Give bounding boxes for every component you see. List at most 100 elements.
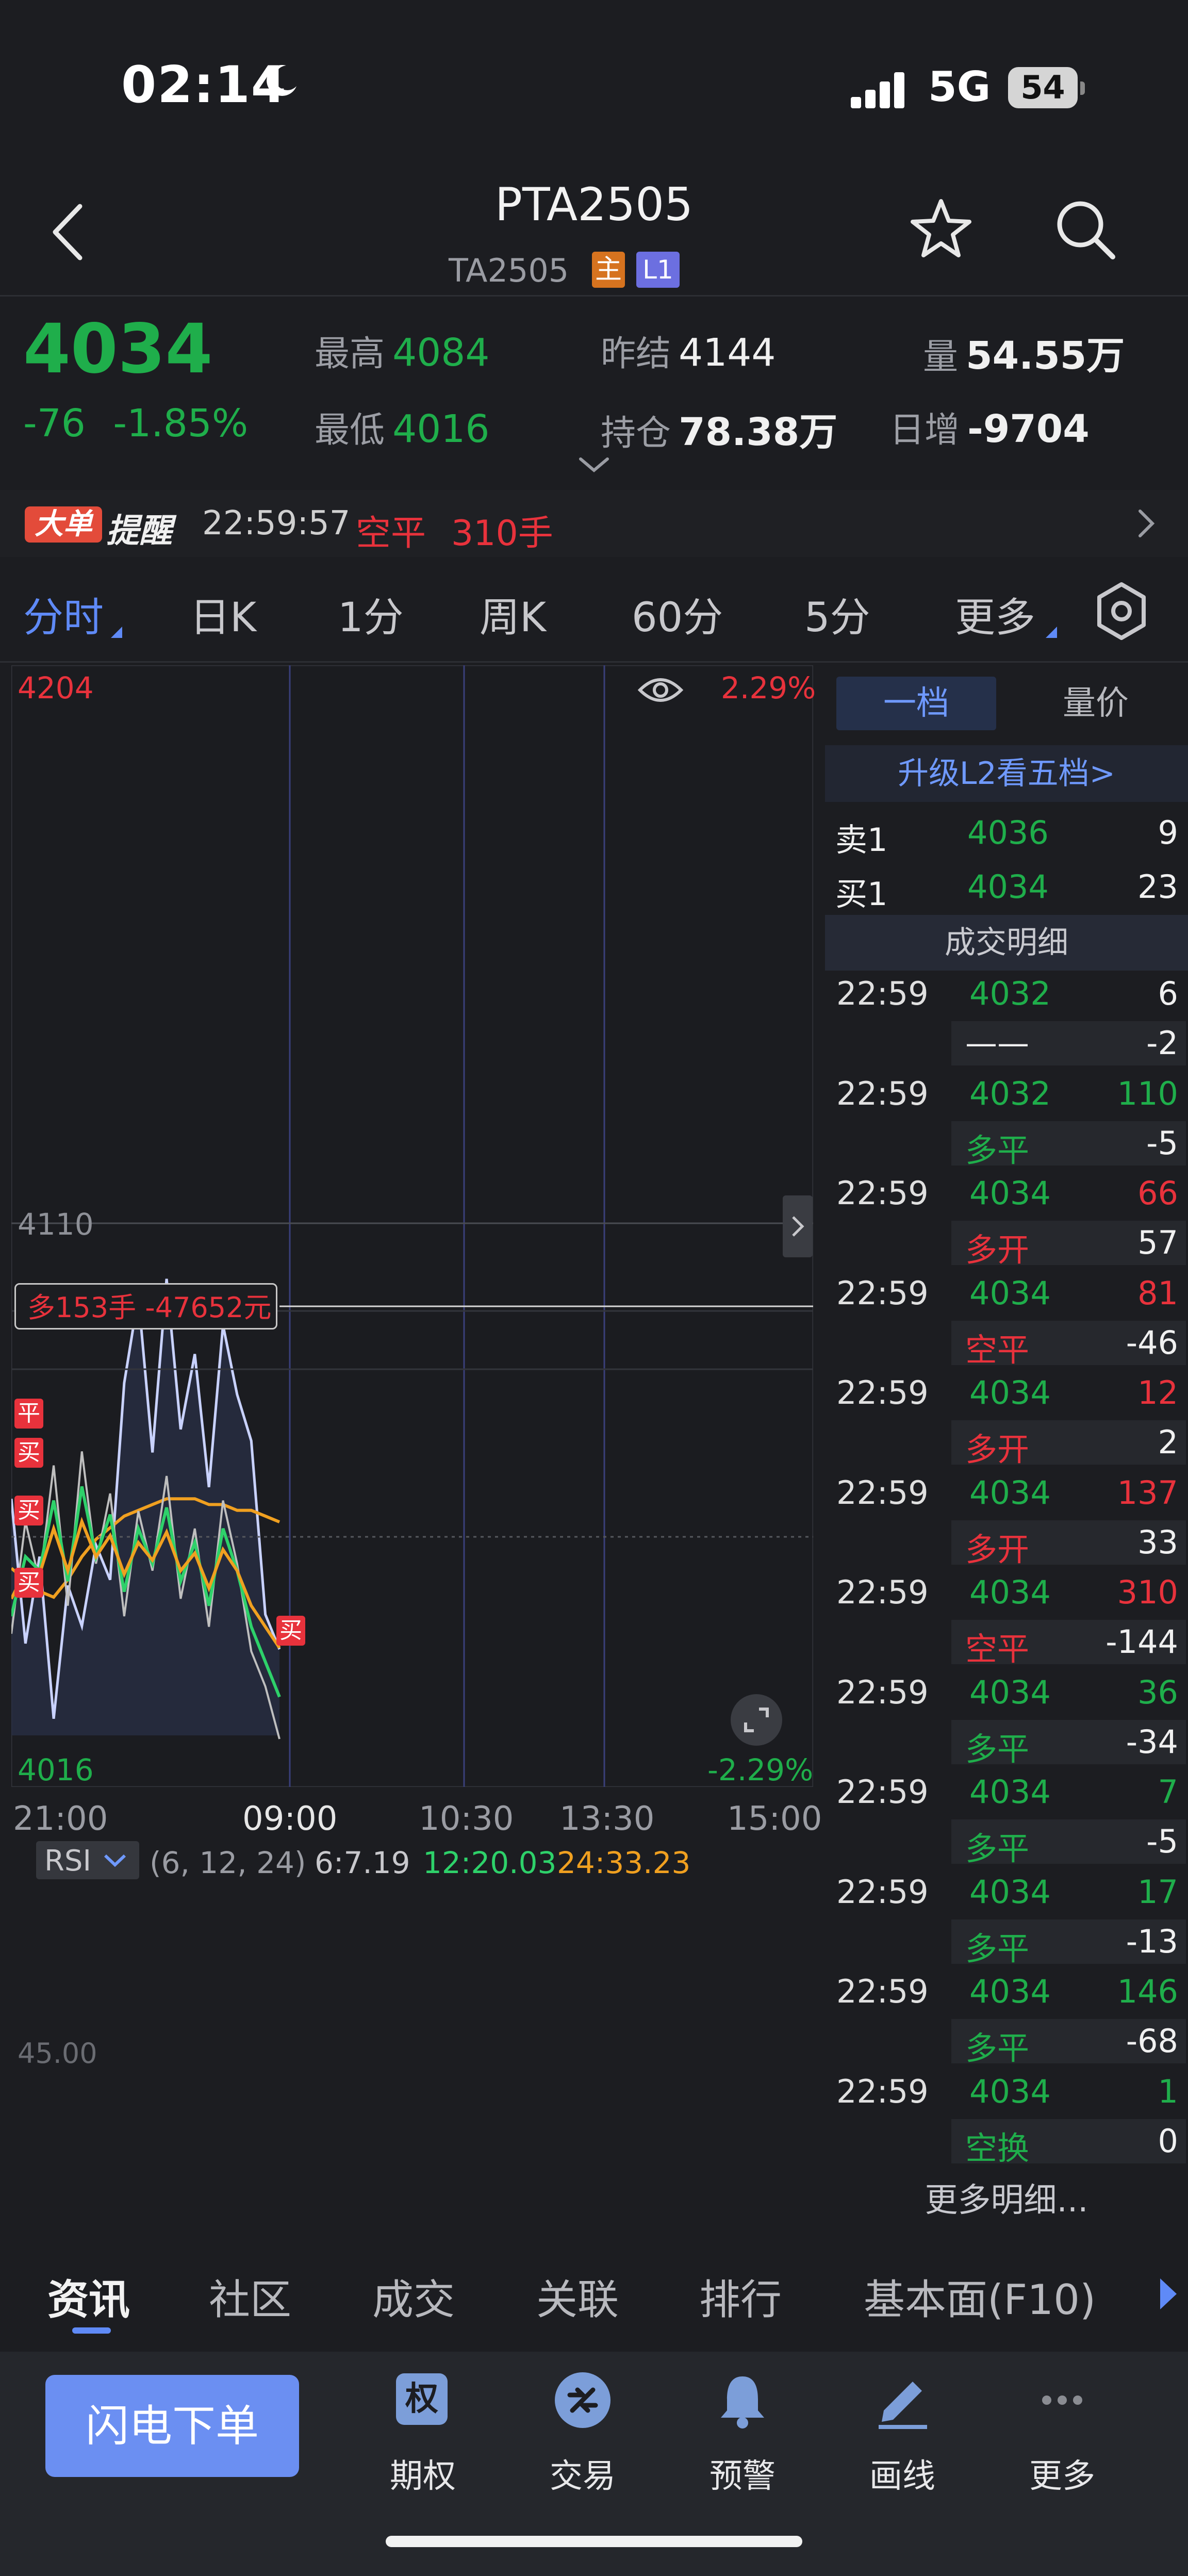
trade-price: 4034 — [969, 1973, 1051, 2010]
trade-tag: 多平 — [965, 1929, 1030, 1967]
trade-oi-change: -5 — [1146, 1823, 1178, 1860]
trade-tag: 多开 — [965, 1231, 1030, 1269]
low-label: 最低 — [315, 410, 385, 451]
options-icon: 权 — [396, 2373, 448, 2425]
trade-price: 4034 — [969, 1374, 1051, 1412]
big-order-alert-row[interactable] — [0, 490, 1188, 557]
tab-news[interactable]: 资讯 — [47, 2267, 130, 2326]
trade-time: 22:59 — [836, 975, 929, 1012]
trade-detail-header: 成交明细 — [825, 915, 1188, 971]
tab-weekly-k[interactable]: 周K — [480, 585, 546, 643]
trade-label: 交易 — [550, 2457, 616, 2496]
indicator-select[interactable]: RSI — [36, 1841, 139, 1879]
trade-volume: 6 — [1158, 975, 1178, 1012]
tab-community[interactable]: 社区 — [209, 2267, 291, 2326]
trade-icon — [555, 2372, 610, 2428]
prev-settle-label: 昨结 — [601, 334, 671, 374]
tab-more[interactable]: 更多 — [955, 585, 1035, 643]
trade-oi-change: -13 — [1126, 1922, 1178, 1960]
trade-oi-change: -2 — [1146, 1024, 1178, 1062]
trade-price: 4034 — [969, 1573, 1051, 1611]
trade-volume: 137 — [1117, 1473, 1178, 1512]
trade-volume: 310 — [1117, 1573, 1178, 1611]
trade-volume: 7 — [1158, 1773, 1178, 1811]
low-field: 最低 4016 — [315, 401, 489, 452]
tab-fundamentals[interactable]: 基本面(F10) — [864, 2267, 1096, 2326]
rsi-mid-level: 45.00 — [18, 2037, 97, 2070]
buy1-price: 4034 — [967, 868, 1049, 906]
buy-mark: 买 — [14, 1496, 43, 1525]
trade-tag: 多开 — [965, 1530, 1030, 1568]
app-screen: 02:14 5G 54 PTA2505 TA2505 主 L1 4034 -76… — [0, 0, 1188, 2576]
buy1-qty: 23 — [1137, 868, 1178, 906]
draw-button[interactable]: 画线 — [851, 2367, 954, 2506]
price-high-label: 4204 — [18, 670, 94, 705]
trade-button[interactable]: 交易 — [531, 2367, 634, 2506]
chevron-down-icon — [104, 1854, 126, 1867]
rsi-12: 12:20.03 — [423, 1845, 557, 1880]
tab-1min[interactable]: 1分 — [338, 585, 404, 643]
flash-order-button[interactable]: 闪电下单 — [45, 2375, 299, 2477]
trade-time: 22:59 — [836, 2072, 929, 2110]
tab-volume-price[interactable]: 量价 — [1011, 677, 1181, 730]
tab-5min[interactable]: 5分 — [804, 585, 870, 643]
tabs-divider — [0, 661, 1188, 663]
tab-ranking[interactable]: 排行 — [699, 2267, 782, 2326]
buy-mark: 买 — [276, 1616, 305, 1646]
tab-dropdown-mark — [111, 627, 122, 638]
caret-right-icon[interactable] — [1155, 2273, 1181, 2315]
trade-tag: 多平 — [965, 1131, 1030, 1169]
network-label: 5G — [928, 63, 991, 111]
trade-time: 22:59 — [836, 1274, 929, 1312]
trade-oi-change: -46 — [1126, 1323, 1178, 1361]
search-icon[interactable] — [1052, 196, 1119, 263]
chevron-down-icon[interactable] — [578, 455, 610, 475]
trade-time: 22:59 — [836, 1573, 929, 1611]
more-details-link[interactable]: 更多明细... — [825, 2174, 1188, 2221]
trade-volume: 66 — [1137, 1174, 1178, 1212]
settings-icon[interactable] — [1093, 580, 1150, 642]
alert-button[interactable]: 预警 — [691, 2367, 794, 2506]
daily-change-label: 日增 — [889, 410, 960, 451]
pct-low-label: -2.29% — [707, 1752, 814, 1787]
intraday-chart[interactable] — [11, 665, 813, 1787]
chevron-right-icon[interactable] — [1137, 508, 1156, 539]
upgrade-l2-link[interactable]: 升级L2看五档> — [825, 745, 1188, 802]
trade-tag: 空平 — [965, 1331, 1030, 1369]
trade-price: 4034 — [969, 1473, 1051, 1512]
more-button[interactable]: 更多 — [1011, 2367, 1114, 2506]
fullscreen-icon[interactable] — [728, 1692, 785, 1748]
tab-active-indicator — [72, 2327, 111, 2334]
tab-related[interactable]: 关联 — [536, 2267, 619, 2326]
more-label: 更多 — [1029, 2457, 1095, 2496]
prev-settle-value: 4144 — [679, 331, 776, 375]
tab-60min[interactable]: 60分 — [632, 585, 723, 643]
trade-oi-change: -68 — [1126, 2022, 1178, 2060]
tab-daily-k[interactable]: 日K — [190, 585, 256, 643]
rsi-params: (6, 12, 24) — [150, 1845, 306, 1880]
chart-expand-right-button[interactable] — [783, 1195, 813, 1257]
pen-icon — [879, 2382, 927, 2429]
position-badge[interactable]: 多153手 -47652元 — [14, 1283, 277, 1330]
tab-trades[interactable]: 成交 — [372, 2267, 455, 2326]
trade-tag: 多开 — [965, 1431, 1030, 1468]
trade-oi-change: -144 — [1106, 1623, 1178, 1661]
favorite-star-icon[interactable] — [908, 196, 975, 263]
trade-time: 22:59 — [836, 1973, 929, 2010]
volume-label: 量 — [923, 337, 959, 378]
eye-icon[interactable] — [637, 669, 684, 711]
tab-intraday[interactable]: 分时 — [23, 585, 104, 643]
sell1-qty: 9 — [1158, 814, 1178, 851]
prev-settle-field: 昨结 4144 — [601, 325, 776, 376]
tab-level1[interactable]: 一档 — [836, 677, 996, 730]
open-interest-value: 78.38万 — [679, 410, 838, 454]
sell1-label: 卖1 — [835, 821, 888, 859]
options-label: 期权 — [390, 2457, 456, 2496]
daily-change-field: 日增 -9704 — [889, 401, 1090, 452]
time-axis-label: 21:00 — [13, 1800, 108, 1838]
time-axis-label: 10:30 — [419, 1800, 514, 1838]
options-button[interactable]: 权 期权 — [371, 2367, 474, 2506]
contract-code: TA2505 — [449, 252, 569, 289]
trade-price: 4032 — [969, 1074, 1051, 1112]
main-contract-badge: 主 — [592, 252, 625, 288]
